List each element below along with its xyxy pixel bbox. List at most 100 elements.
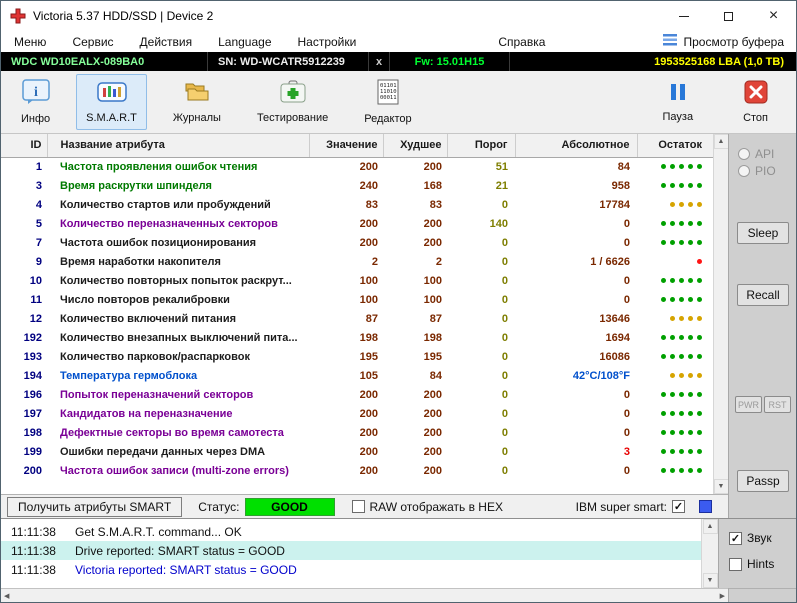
menu-item-settings[interactable]: Настройки [285,31,370,52]
attr-name: Количество внезапных выключений пита... [47,328,309,347]
hints-checkbox[interactable]: Hints [729,557,774,571]
device-close-button[interactable]: x [369,52,390,71]
attr-id: 3 [1,176,47,195]
smart-table-row[interactable]: 4Количество стартов или пробуждений83830… [1,195,713,214]
menu-item-menu[interactable]: Меню [1,31,59,52]
attr-value: 195 [309,347,383,366]
attr-threshold: 0 [447,404,515,423]
journals-tab-button[interactable]: Журналы [163,74,231,130]
attr-threshold: 0 [447,366,515,385]
smart-table-row[interactable]: 7Частота ошибок позиционирования20020000 [1,233,713,252]
smart-table-row[interactable]: 200Частота ошибок записи (multi-zone err… [1,461,713,480]
log-message: Get S.M.A.R.T. command... OK [75,525,242,539]
smart-tab-label: S.M.A.R.T [86,112,137,124]
smart-tab-button[interactable]: S.M.A.R.T [76,74,147,130]
col-header-threshold: Порог [447,134,515,157]
attr-threshold: 0 [447,290,515,309]
attr-value: 83 [309,195,383,214]
menu-item-language[interactable]: Language [205,31,284,52]
menu-item-actions[interactable]: Действия [127,31,206,52]
health-dot-icon [679,373,684,378]
log-entry[interactable]: 11:11:38Victoria reported: SMART status … [1,560,701,579]
attr-health-dots [637,423,713,442]
smart-table-row[interactable]: 196Попыток переназначений секторов200200… [1,385,713,404]
passp-button[interactable]: Passp [737,470,789,492]
attr-health-dots [637,195,713,214]
log-entry[interactable]: 11:11:38Drive reported: SMART status = G… [1,541,701,560]
health-dot-icon [697,164,702,169]
health-dot-icon [679,316,684,321]
info-tab-label: Инфо [21,113,50,125]
info-tab-button[interactable]: i Инфо [11,74,60,130]
log-vertical-scrollbar[interactable]: ▲ ▼ [701,519,718,588]
smart-table-row[interactable]: 193Количество парковок/распарковок195195… [1,347,713,366]
log-message: Victoria reported: SMART status = GOOD [75,563,297,577]
raw-hex-checkbox-box[interactable] [352,500,365,513]
window-title: Victoria 5.37 HDD/SSD | Device 2 [33,9,213,23]
smart-table-row[interactable]: 3Время раскрутки шпинделя24016821958 [1,176,713,195]
table-vertical-scrollbar[interactable]: ▲ ▼ [713,134,728,494]
close-button[interactable]: × [751,1,796,31]
minimize-button[interactable] [661,1,706,31]
sleep-button[interactable]: Sleep [737,222,789,244]
testing-tab-button[interactable]: Тестирование [247,74,338,130]
hints-checkbox-box[interactable] [729,558,742,571]
smart-table-row[interactable]: 192Количество внезапных выключений пита.… [1,328,713,347]
health-dot-icon [697,278,702,283]
log-horizontal-scrollbar[interactable]: ◀ ▶ [1,588,728,602]
attr-absolute: 0 [515,214,637,233]
buffer-view-button[interactable]: Просмотр буфера [663,34,796,49]
attr-absolute: 958 [515,176,637,195]
stop-button[interactable]: Стоп [733,74,778,130]
get-smart-attributes-button[interactable]: Получить атрибуты SMART [7,497,182,517]
scroll-up-icon[interactable]: ▲ [714,134,729,149]
attr-id: 193 [1,347,47,366]
health-dot-icon [697,354,702,359]
health-dot-icon [670,297,675,302]
attr-absolute: 0 [515,290,637,309]
smart-table-row[interactable]: 9Время наработки накопителя2201 / 6626 [1,252,713,271]
api-radio: API [738,147,774,161]
raw-hex-checkbox[interactable]: RAW отображать в HEX [352,500,503,514]
attr-worst: 200 [383,404,447,423]
recall-button[interactable]: Recall [737,284,789,306]
log-scroll-down-icon[interactable]: ▼ [703,573,718,588]
health-dot-icon [697,297,702,302]
sound-checkbox[interactable]: Звук [729,531,772,545]
scroll-right-icon[interactable]: ▶ [720,592,725,600]
pause-button[interactable]: Пауза [653,74,704,130]
smart-table-row[interactable]: 12Количество включений питания8787013646 [1,309,713,328]
rst-button: RST [764,396,791,413]
editor-tab-button[interactable]: 011011101000011 Редактор [354,74,421,130]
health-dot-icon [670,430,675,435]
attr-absolute: 0 [515,233,637,252]
smart-table-row[interactable]: 1Частота проявления ошибок чтения2002005… [1,157,713,176]
smart-table-row[interactable]: 197Кандидатов на переназначение20020000 [1,404,713,423]
menu-item-service[interactable]: Сервис [59,31,126,52]
log-scroll-up-icon[interactable]: ▲ [703,519,718,534]
smart-table-row[interactable]: 199Ошибки передачи данных через DMA20020… [1,442,713,461]
smart-table-row[interactable]: 5Количество переназначенных секторов2002… [1,214,713,233]
smart-table-row[interactable]: 194Температура гермоблока10584042°C/108°… [1,366,713,385]
health-dot-icon [661,468,666,473]
sound-checkbox-box[interactable] [729,532,742,545]
attr-name: Частота ошибок записи (multi-zone errors… [47,461,309,480]
attr-threshold: 0 [447,233,515,252]
log-entry[interactable]: 11:11:38Get S.M.A.R.T. command... OK [1,522,701,541]
scroll-left-icon[interactable]: ◀ [4,592,9,600]
ibm-super-smart-checkbox-box[interactable] [672,500,685,513]
side-panel: API PIO Sleep Recall PWR RST Passp [728,134,796,518]
attr-threshold: 0 [447,442,515,461]
attr-name: Количество парковок/распарковок [47,347,309,366]
menu-item-help[interactable]: Справка [485,31,558,52]
scroll-down-icon[interactable]: ▼ [714,479,729,494]
maximize-button[interactable] [706,1,751,31]
smart-table-row[interactable]: 10Количество повторных попыток раскрут..… [1,271,713,290]
health-dot-icon [688,468,693,473]
ibm-super-smart-checkbox[interactable]: IBM super smart: [576,500,685,514]
smart-table-row[interactable]: 198Дефектные секторы во время самотеста2… [1,423,713,442]
smart-table-row[interactable]: 11Число повторов рекалибровки10010000 [1,290,713,309]
health-dot-icon [697,392,702,397]
attr-name: Количество повторных попыток раскрут... [47,271,309,290]
title-bar: Victoria 5.37 HDD/SSD | Device 2 × [1,1,796,31]
